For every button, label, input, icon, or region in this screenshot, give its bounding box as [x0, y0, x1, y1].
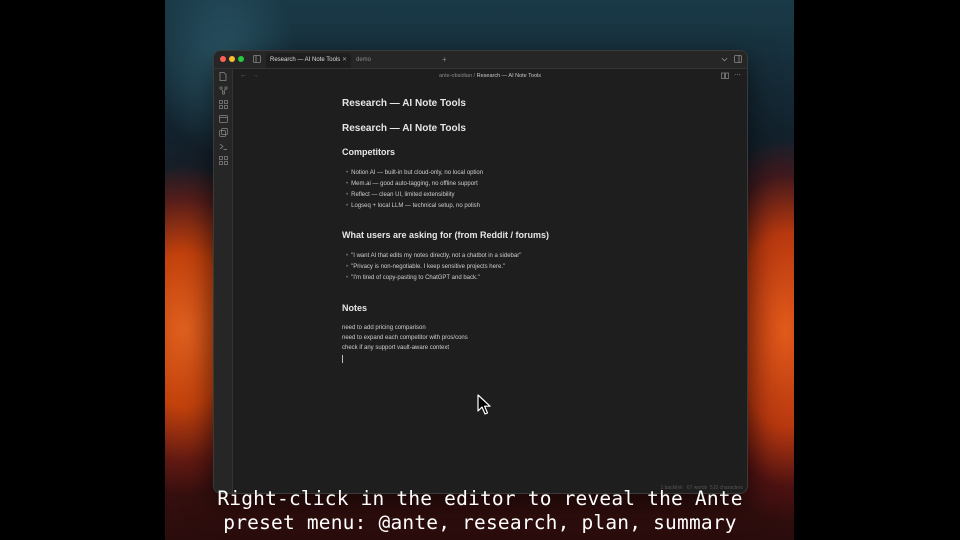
list-item[interactable]: • "I want AI that edits my notes directly…	[346, 253, 521, 259]
file-icon[interactable]	[218, 72, 228, 82]
right-sidebar-toggle-icon[interactable]	[734, 51, 742, 69]
sidebar-toggle-icon[interactable]	[253, 51, 261, 69]
chevron-down-icon[interactable]	[721, 51, 728, 69]
tab-demo[interactable]: demo	[352, 53, 432, 68]
heading-1[interactable]: Research — AI Note Tools	[342, 123, 466, 134]
heading-competitors[interactable]: Competitors	[342, 147, 395, 157]
tab-label: Research — AI Note Tools	[270, 57, 341, 63]
paragraph-line[interactable]: check if any support vault-aware context	[342, 345, 449, 351]
list-item[interactable]: • "Privacy is non-negotiable. I keep sens…	[346, 264, 505, 270]
heading-notes[interactable]: Notes	[342, 303, 367, 313]
reading-view-icon[interactable]	[721, 69, 729, 85]
maximize-window-button[interactable]	[238, 56, 244, 62]
grid-icon[interactable]	[218, 156, 228, 166]
new-tab-button[interactable]: +	[442, 51, 447, 68]
text-cursor	[342, 355, 343, 363]
paragraph-line[interactable]: need to add pricing comparison	[342, 325, 426, 331]
inline-title[interactable]: Research — AI Note Tools	[342, 98, 466, 109]
minimize-window-button[interactable]	[229, 56, 235, 62]
close-window-button[interactable]	[220, 56, 226, 62]
breadcrumb-note[interactable]: Research — AI Note Tools	[477, 73, 541, 79]
list-item[interactable]: • Notion AI — built-in but cloud-only, no…	[346, 170, 483, 176]
graph-icon[interactable]	[218, 86, 228, 96]
more-icon[interactable]: ⋯	[734, 69, 741, 83]
paragraph-line[interactable]: need to expand each competitor with pros…	[342, 335, 468, 341]
close-tab-icon[interactable]: ✕	[342, 53, 347, 68]
calendar-icon[interactable]	[218, 114, 228, 124]
breadcrumb: ante-obsidian / Research — AI Note Tools	[233, 69, 747, 83]
tab-research[interactable]: Research — AI Note Tools ✕	[266, 53, 351, 68]
list-item[interactable]: • Reflect — clean UI, limited extensibili…	[346, 192, 454, 198]
caption-line-2: preset menu: @ante, research, plan, summ…	[223, 511, 737, 534]
tab-label: demo	[356, 57, 372, 63]
left-ribbon	[214, 69, 233, 493]
note-header: ← → ante-obsidian / Research — AI Note T…	[233, 69, 747, 83]
obsidian-window: Research — AI Note Tools ✕ demo + ← → an…	[213, 50, 748, 494]
breadcrumb-vault[interactable]: ante-obsidian	[439, 73, 472, 79]
breadcrumb-separator: /	[473, 73, 476, 79]
list-item[interactable]: • Mem.ai — good auto-tagging, no offline …	[346, 181, 478, 187]
list-item[interactable]: • "I'm tired of copy-pasting to ChatGPT a…	[346, 275, 480, 281]
mouse-pointer-icon	[477, 394, 491, 415]
list-item[interactable]: • Logseq + local LLM — technical setup, n…	[346, 203, 480, 209]
canvas-icon[interactable]	[218, 100, 228, 110]
title-bar: Research — AI Note Tools ✕ demo +	[214, 51, 747, 69]
copy-icon[interactable]	[218, 128, 228, 138]
terminal-icon[interactable]	[218, 142, 228, 152]
heading-users[interactable]: What users are asking for (from Reddit /…	[342, 230, 549, 240]
caption-line-1: Right-click in the editor to reveal the …	[217, 487, 743, 510]
